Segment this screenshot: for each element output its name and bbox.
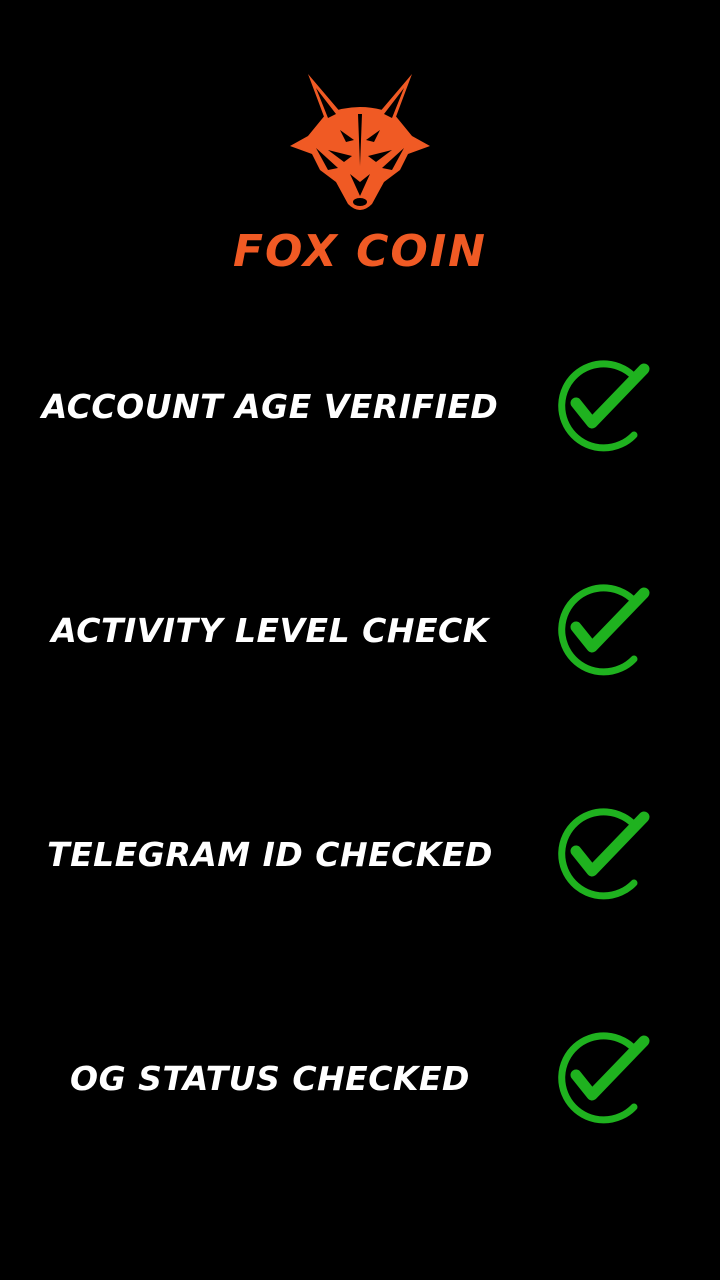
check-label: ACTIVITY LEVEL CHECK: [51, 610, 489, 650]
check-circle-icon: [558, 808, 650, 900]
check-row-activity-level: ACTIVITY LEVEL CHECK: [0, 575, 720, 685]
brand-title: FOX COIN: [232, 226, 488, 277]
check-label: ACCOUNT AGE VERIFIED: [41, 386, 499, 426]
check-circle-icon: [558, 584, 650, 676]
check-circle-icon: [558, 1032, 650, 1124]
check-row-account-age: ACCOUNT AGE VERIFIED: [0, 351, 720, 461]
check-label: TELEGRAM ID CHECKED: [47, 834, 493, 874]
check-label: OG STATUS CHECKED: [70, 1058, 470, 1098]
check-circle-icon: [558, 360, 650, 452]
check-row-og-status: OG STATUS CHECKED: [0, 1023, 720, 1133]
check-row-telegram-id: TELEGRAM ID CHECKED: [0, 799, 720, 909]
fox-head-icon: [290, 74, 430, 210]
